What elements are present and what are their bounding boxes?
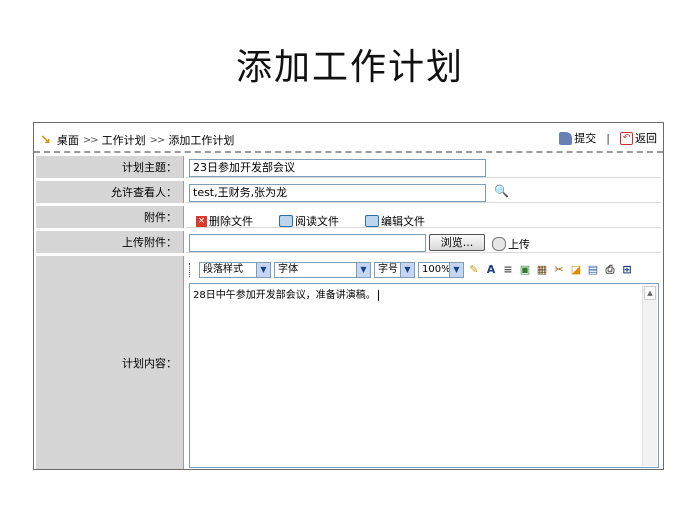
- grid-icon[interactable]: ⊞: [620, 263, 634, 277]
- zoom-select[interactable]: 100% ▼: [418, 262, 464, 278]
- paragraph-style-value: 段落样式: [203, 264, 243, 275]
- subject-label-text: 计划主题：: [122, 161, 177, 174]
- editor-toolbar: 段落样式 ▼ 字体 ▼ 字号 ▼ 100% ▼ ✎ A ≡ ▣ ▦ ✂ ◪ ▤ …: [189, 260, 659, 280]
- font-color-icon[interactable]: A: [484, 263, 498, 277]
- read-icon: [279, 215, 293, 227]
- upload-label: 上传附件：: [36, 231, 184, 253]
- scroll-up-icon[interactable]: ▲: [644, 286, 656, 300]
- back-label: 返回: [635, 132, 657, 145]
- highlight-icon[interactable]: ✎: [467, 263, 481, 277]
- paperclip-icon: [492, 237, 506, 251]
- chevron-right-icon: >>: [82, 134, 99, 146]
- upload-label-text: 上传附件：: [122, 236, 177, 249]
- viewers-row: 允许查看人： test,王财务,张为龙 🔍: [34, 179, 663, 204]
- breadcrumb-work-plan[interactable]: 工作计划: [102, 132, 146, 148]
- upload-button[interactable]: 上传: [492, 236, 530, 252]
- form-window: ↘ 桌面 >> 工作计划 >> 添加工作计划 提交 | ↶ 返回 计划主题： 2…: [33, 122, 664, 470]
- breadcrumb-desktop[interactable]: 桌面: [57, 132, 79, 148]
- content-editor[interactable]: 28日中午参加开发部会议，准备讲演稿。 ▲: [189, 283, 659, 468]
- attachment-field: × 删除文件 阅读文件 编辑文件: [186, 206, 661, 228]
- attachment-buttons: × 删除文件 阅读文件 编辑文件: [196, 213, 451, 229]
- viewers-input[interactable]: test,王财务,张为龙: [189, 184, 486, 202]
- slide-title: 添加工作计划: [235, 47, 464, 88]
- font-size-value: 字号: [378, 264, 398, 275]
- breadcrumb-add-plan: 添加工作计划: [168, 134, 235, 147]
- read-file-label: 阅读文件: [295, 215, 339, 228]
- subject-row: 计划主题： 23日参加开发部会议: [34, 154, 663, 179]
- content-label: 计划内容：: [36, 256, 184, 469]
- delete-file-label: 删除文件: [209, 215, 253, 228]
- subject-field: 23日参加开发部会议: [186, 156, 661, 178]
- text-cursor: [377, 289, 379, 301]
- back-button[interactable]: ↶ 返回: [620, 130, 657, 146]
- edit-file-button[interactable]: 编辑文件: [365, 213, 425, 229]
- read-file-button[interactable]: 阅读文件: [279, 213, 339, 229]
- back-icon: ↶: [620, 131, 633, 145]
- tools-icon[interactable]: ✂: [552, 263, 566, 277]
- flash-icon[interactable]: ◪: [569, 263, 583, 277]
- top-bar: ↘ 桌面 >> 工作计划 >> 添加工作计划 提交 | ↶ 返回: [34, 123, 663, 153]
- chevron-down-icon: ▼: [449, 263, 463, 277]
- table-icon[interactable]: ▦: [535, 263, 549, 277]
- toolbar-grip: [189, 263, 193, 277]
- search-icon[interactable]: 🔍: [494, 184, 509, 198]
- breadcrumb: ↘ 桌面 >> 工作计划 >> 添加工作计划: [40, 132, 234, 148]
- chevron-down-icon: ▼: [400, 263, 414, 277]
- image-icon[interactable]: ▣: [518, 263, 532, 277]
- upload-row: 上传附件： 浏览... 上传: [34, 229, 663, 254]
- font-size-select[interactable]: 字号 ▼: [374, 262, 415, 278]
- browse-button[interactable]: 浏览...: [429, 234, 485, 251]
- upload-field: 浏览... 上传: [186, 231, 661, 253]
- content-field: 段落样式 ▼ 字体 ▼ 字号 ▼ 100% ▼ ✎ A ≡ ▣ ▦ ✂ ◪ ▤ …: [186, 256, 661, 469]
- list-icon[interactable]: ≡: [501, 263, 515, 277]
- content-text: 28日中午参加开发部会议，准备讲演稿。: [193, 290, 376, 301]
- edit-file-label: 编辑文件: [381, 215, 425, 228]
- font-select[interactable]: 字体 ▼: [274, 262, 371, 278]
- zoom-value: 100%: [422, 264, 451, 275]
- attachment-row: 附件： × 删除文件 阅读文件 编辑文件: [34, 204, 663, 229]
- actions: 提交 | ↶ 返回: [559, 130, 657, 146]
- chevron-down-icon: ▼: [256, 263, 270, 277]
- delete-file-button[interactable]: × 删除文件: [196, 213, 253, 229]
- chevron-down-icon: ▼: [356, 263, 370, 277]
- form-icon[interactable]: ▤: [586, 263, 600, 277]
- upload-label-btn: 上传: [508, 238, 530, 251]
- editor-scrollbar[interactable]: ▲: [642, 285, 657, 466]
- submit-label: 提交: [574, 132, 597, 145]
- attachment-label: 附件：: [36, 206, 184, 228]
- viewers-field: test,王财务,张为龙 🔍: [186, 181, 661, 203]
- upload-path-input[interactable]: [189, 234, 426, 252]
- arrow-icon: ↘: [40, 132, 51, 148]
- viewers-label-text: 允许查看人：: [111, 186, 177, 199]
- paragraph-style-select[interactable]: 段落样式 ▼: [199, 262, 271, 278]
- delete-icon: ×: [196, 215, 207, 227]
- attachment-label-text: 附件：: [144, 211, 177, 224]
- submit-button[interactable]: 提交: [559, 130, 596, 146]
- divider: |: [606, 131, 610, 145]
- edit-icon: [365, 215, 379, 227]
- subject-input[interactable]: 23日参加开发部会议: [189, 159, 486, 177]
- content-label-text: 计划内容：: [122, 356, 177, 370]
- chevron-right-icon: >>: [149, 134, 166, 146]
- submit-icon: [559, 131, 573, 145]
- print-icon[interactable]: ⎙: [603, 263, 617, 277]
- viewers-label: 允许查看人：: [36, 181, 184, 203]
- content-row: 计划内容： 段落样式 ▼ 字体 ▼ 字号 ▼ 100% ▼ ✎ A ≡ ▣ ▦ …: [34, 254, 663, 470]
- font-value: 字体: [278, 264, 298, 275]
- subject-label: 计划主题：: [36, 156, 184, 178]
